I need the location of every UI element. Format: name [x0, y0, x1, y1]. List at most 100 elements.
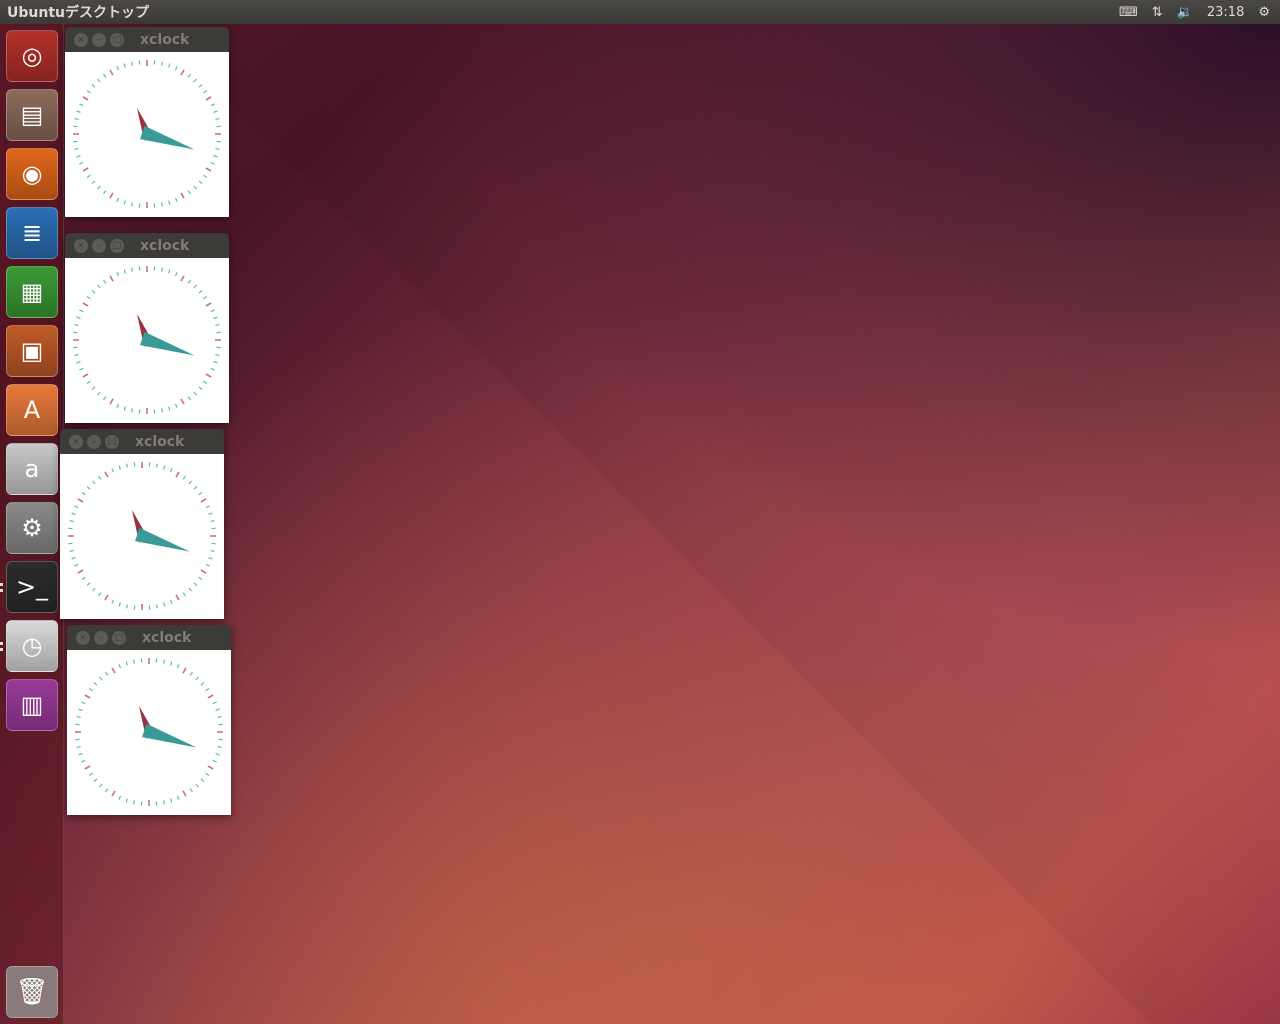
minute-tick: [193, 582, 198, 586]
minute-tick: [176, 795, 180, 800]
minute-tick: [74, 563, 79, 567]
launcher-item-amazon[interactable]: a: [6, 443, 58, 495]
keyboard-icon[interactable]: ⌨: [1119, 5, 1138, 20]
minute-tick: [170, 798, 173, 803]
minute-hand: [140, 331, 195, 356]
minute-tick: [205, 563, 210, 567]
minute-tick: [193, 284, 197, 289]
minute-tick: [118, 465, 121, 470]
minute-tick: [160, 408, 163, 413]
maximize-button[interactable]: □: [112, 630, 126, 645]
minute-tick: [78, 708, 83, 711]
minute-tick: [123, 406, 126, 411]
software-center-icon: A: [23, 396, 41, 424]
launcher-item-files[interactable]: ▤: [6, 89, 58, 141]
close-button[interactable]: ×: [74, 238, 88, 253]
window-titlebar[interactable]: × – □ xclock: [60, 429, 224, 454]
minimize-button[interactable]: –: [92, 32, 106, 47]
network-icon[interactable]: ⇅: [1152, 5, 1163, 20]
minute-tick: [93, 778, 98, 782]
minute-tick: [188, 587, 192, 592]
minute-tick: [203, 90, 208, 94]
minute-tick: [215, 708, 220, 711]
minute-tick: [160, 61, 163, 66]
minute-tick: [205, 772, 210, 776]
launcher: ◎ ▤ ◉ ≣ ▦ ▣ Aa ⚙ >_ ◷ ▥ 🗑: [0, 24, 64, 1024]
minute-tick: [215, 753, 220, 756]
minute-tick: [203, 296, 208, 300]
minute-tick: [215, 353, 220, 356]
window-titlebar[interactable]: × – □ xclock: [67, 625, 231, 650]
libreoffice-impress-icon: ▣: [20, 337, 44, 365]
xclock-icon: ◷: [21, 632, 43, 660]
hour-tick: [82, 96, 89, 101]
launcher-item-libreoffice-calc[interactable]: ▦: [6, 266, 58, 318]
window-titlebar[interactable]: × – □ xclock: [65, 27, 229, 52]
launcher-item-system-settings[interactable]: ⚙: [6, 502, 58, 554]
xclock-window[interactable]: × – □ xclock: [67, 625, 231, 815]
minute-tick: [170, 661, 173, 666]
close-button[interactable]: ×: [74, 32, 88, 47]
close-button[interactable]: ×: [69, 434, 83, 449]
xclock-window[interactable]: × – □ xclock: [65, 233, 229, 423]
minute-tick: [69, 549, 74, 552]
minimize-button[interactable]: –: [94, 630, 108, 645]
minute-tick: [78, 753, 83, 756]
amazon-icon: a: [24, 455, 40, 483]
minute-tick: [133, 800, 136, 805]
maximize-button[interactable]: □: [110, 238, 124, 253]
minute-tick: [195, 783, 199, 788]
minute-tick: [217, 745, 222, 748]
minute-tick: [118, 602, 121, 607]
launcher-item-libreoffice-impress[interactable]: ▣: [6, 325, 58, 377]
xclock-window[interactable]: × – □ xclock: [60, 429, 224, 619]
minute-tick: [131, 408, 134, 413]
power-gear-icon[interactable]: ⚙: [1258, 5, 1270, 20]
maximize-button[interactable]: □: [110, 32, 124, 47]
minute-tick: [200, 778, 205, 782]
minute-tick: [182, 475, 186, 480]
minimize-button[interactable]: –: [92, 238, 106, 253]
close-button[interactable]: ×: [76, 630, 90, 645]
minute-tick: [86, 380, 91, 384]
hour-tick: [182, 790, 187, 797]
launcher-item-firefox[interactable]: ◉: [6, 148, 58, 200]
hour-tick: [104, 594, 109, 601]
minute-tick: [193, 391, 197, 396]
volume-icon[interactable]: 🔉: [1177, 5, 1193, 20]
minute-tick: [174, 403, 178, 408]
clock-indicator[interactable]: 23:18: [1207, 5, 1244, 20]
minute-tick: [168, 269, 171, 274]
minute-tick: [79, 103, 84, 107]
minute-tick: [198, 492, 203, 496]
minute-tick: [176, 664, 180, 669]
hour-tick: [109, 192, 114, 199]
launcher-item-libreoffice-writer[interactable]: ≣: [6, 207, 58, 259]
remote-desktop-icon: ▥: [20, 691, 44, 719]
minute-tick: [123, 63, 126, 68]
launcher-item-remote-desktop[interactable]: ▥: [6, 679, 58, 731]
minute-tick: [210, 309, 215, 313]
minute-tick: [76, 716, 81, 719]
minute-tick: [208, 512, 213, 515]
minute-tick: [103, 190, 107, 195]
window-title: xclock: [142, 629, 192, 646]
xclock-window[interactable]: × – □ xclock: [65, 27, 229, 217]
launcher-item-terminal[interactable]: >_: [6, 561, 58, 613]
files-icon: ▤: [20, 101, 44, 129]
launcher-item-trash[interactable]: 🗑: [6, 966, 58, 1018]
launcher-item-xclock[interactable]: ◷: [6, 620, 58, 672]
minute-tick: [174, 272, 178, 277]
minute-tick: [79, 161, 84, 165]
launcher-item-dash-home[interactable]: ◎: [6, 30, 58, 82]
minute-tick: [86, 174, 91, 178]
minimize-button[interactable]: –: [87, 434, 101, 449]
maximize-button[interactable]: □: [105, 434, 119, 449]
window-titlebar[interactable]: × – □ xclock: [65, 233, 229, 258]
hour-tick: [175, 594, 180, 601]
launcher-item-software-center[interactable]: A: [6, 384, 58, 436]
clock-face: [67, 650, 231, 815]
hour-tick: [109, 398, 114, 405]
hour-tick: [111, 790, 116, 797]
minute-tick: [76, 361, 81, 364]
